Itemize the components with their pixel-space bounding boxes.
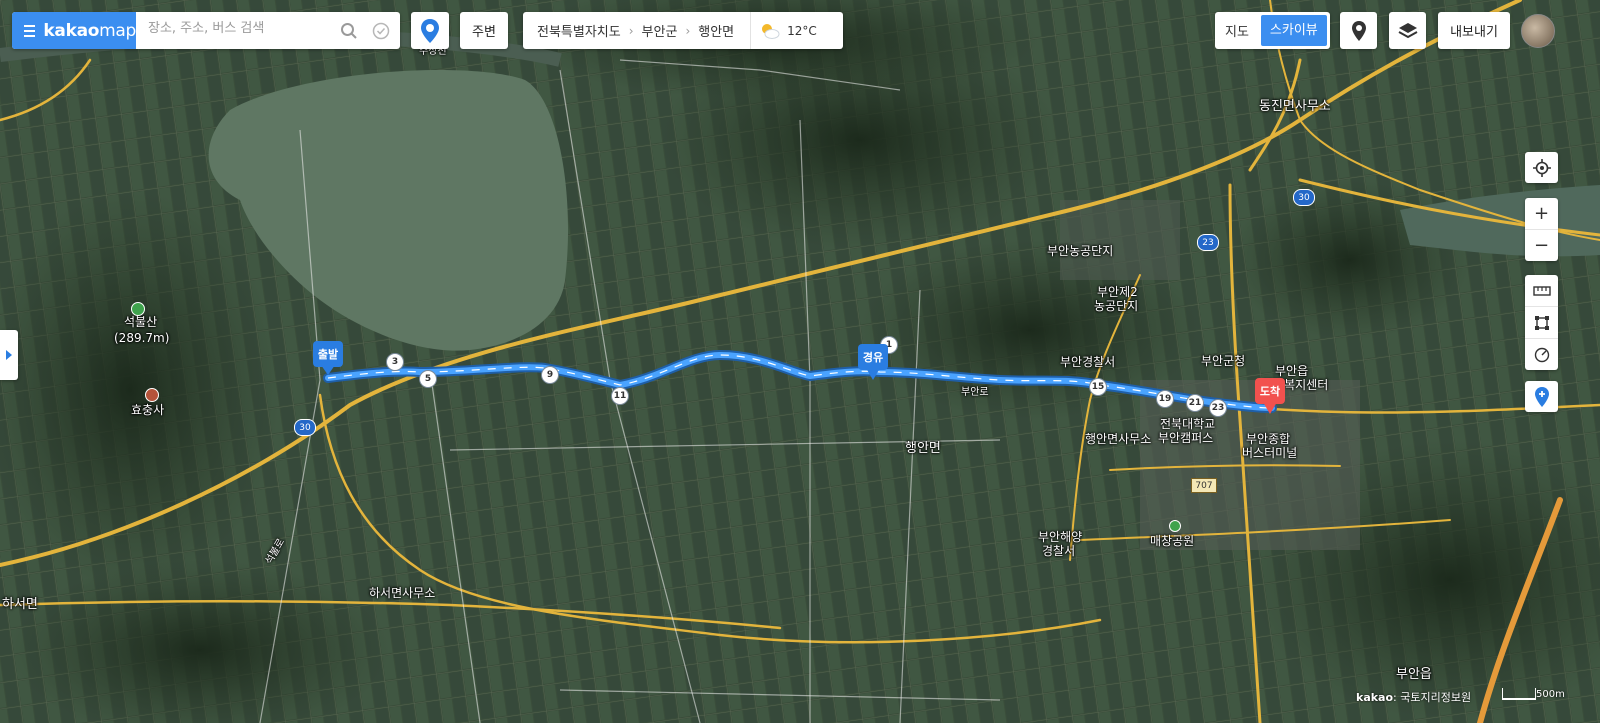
place-label[interactable]: 매창공원 bbox=[1150, 534, 1194, 548]
side-panel-toggle[interactable] bbox=[0, 330, 18, 380]
layers-icon bbox=[1398, 22, 1417, 38]
search-input[interactable] bbox=[146, 20, 330, 37]
zoom-controls: + − bbox=[1525, 198, 1558, 261]
place-label[interactable]: 전북대학교 bbox=[1160, 417, 1215, 431]
search-bar: kakaomap bbox=[12, 12, 400, 49]
partly-cloudy-icon bbox=[762, 23, 780, 39]
road-shield-23: 23 bbox=[1197, 234, 1219, 251]
place-label[interactable]: 부안제2 bbox=[1097, 285, 1138, 299]
road-label: 부안로 bbox=[961, 387, 989, 398]
park-icon bbox=[1169, 520, 1181, 532]
crosshair-icon bbox=[1532, 158, 1551, 177]
place-label[interactable]: 부안읍 bbox=[1275, 364, 1308, 378]
area-button[interactable] bbox=[1525, 306, 1558, 338]
place-label[interactable]: 하서면 bbox=[2, 598, 38, 612]
route-waypoint[interactable]: 5 bbox=[419, 370, 437, 388]
breadcrumb: 전북특별자치도 › 부안군 › 행안면 12°C bbox=[523, 12, 843, 49]
directions-pin-icon bbox=[421, 18, 439, 43]
place-label[interactable]: 부안경찰서 bbox=[1060, 355, 1115, 369]
route-waypoint[interactable]: 15 bbox=[1089, 378, 1107, 396]
route-waypoint[interactable]: 3 bbox=[386, 353, 404, 371]
road-shield-30: 30 bbox=[1293, 189, 1315, 206]
place-label[interactable]: 하서면사무소 bbox=[369, 586, 435, 600]
road-shield-30: 30 bbox=[294, 419, 316, 436]
breadcrumb-item[interactable]: 전북특별자치도 bbox=[523, 21, 629, 40]
place-label[interactable]: 행안면 bbox=[905, 442, 941, 456]
zoom-out-button[interactable]: − bbox=[1525, 229, 1558, 261]
kakaomap-logo[interactable]: kakaomap bbox=[43, 21, 136, 41]
map-type-toggle: 지도 스카이뷰 bbox=[1215, 12, 1330, 49]
road-shield-707: 707 bbox=[1191, 478, 1217, 493]
place-label[interactable]: 행안면사무소 bbox=[1085, 432, 1151, 446]
place-label[interactable]: 효충사 bbox=[131, 403, 164, 417]
search-icon[interactable] bbox=[332, 12, 366, 49]
place-label: 농공단지 bbox=[1094, 299, 1139, 313]
add-place-button[interactable] bbox=[1525, 381, 1558, 412]
ruler-button[interactable] bbox=[1525, 275, 1558, 306]
place-label[interactable]: 부안농공단지 bbox=[1047, 244, 1113, 258]
place-label[interactable]: 석불산 bbox=[124, 315, 157, 329]
start-label: 출발 bbox=[313, 341, 343, 367]
scale-bar bbox=[1502, 688, 1536, 700]
place-label[interactable]: 부안군청 bbox=[1201, 354, 1245, 368]
check-icon[interactable] bbox=[364, 12, 398, 49]
directions-button[interactable] bbox=[411, 12, 449, 49]
place-label[interactable]: 부안읍 bbox=[1396, 668, 1432, 682]
current-location-button[interactable] bbox=[1525, 152, 1558, 183]
area-icon bbox=[1534, 315, 1549, 330]
route-waypoint[interactable]: 23 bbox=[1209, 399, 1227, 417]
export-button[interactable]: 내보내기 bbox=[1438, 12, 1510, 49]
temperature: 12°C bbox=[787, 23, 817, 38]
route-waypoint[interactable]: 19 bbox=[1156, 390, 1174, 408]
menu-icon[interactable] bbox=[24, 22, 36, 40]
weather-widget[interactable]: 12°C bbox=[751, 22, 817, 40]
layers-button[interactable] bbox=[1389, 12, 1426, 49]
urban-area bbox=[1060, 200, 1180, 280]
breadcrumb-item[interactable]: 부안군 bbox=[634, 21, 686, 40]
map-type-skyview[interactable]: 스카이뷰 bbox=[1260, 15, 1327, 46]
place-label[interactable]: 부안종합 bbox=[1246, 432, 1290, 446]
end-label: 도착 bbox=[1255, 378, 1285, 404]
ruler-icon bbox=[1532, 285, 1551, 296]
place-label: 부안캠퍼스 bbox=[1158, 431, 1214, 445]
breadcrumb-item[interactable]: 행안면 bbox=[690, 21, 742, 40]
brand-block: kakaomap bbox=[12, 12, 136, 49]
peak-icon bbox=[131, 302, 145, 316]
temple-icon bbox=[145, 388, 159, 402]
chevron-right-icon bbox=[6, 350, 12, 360]
radius-button[interactable] bbox=[1525, 338, 1558, 370]
zoom-in-button[interactable]: + bbox=[1525, 198, 1558, 229]
place-label: 버스터미널 bbox=[1242, 446, 1298, 460]
roadview-icon bbox=[1351, 20, 1366, 41]
copyright: kakao: 국토지리정보원 bbox=[1356, 691, 1472, 704]
map-canvas[interactable] bbox=[0, 0, 1600, 723]
route-waypoint[interactable]: 21 bbox=[1186, 394, 1204, 412]
map-type-normal[interactable]: 지도 bbox=[1215, 21, 1259, 40]
add-pin-icon bbox=[1534, 386, 1549, 407]
route-waypoint[interactable]: 11 bbox=[611, 387, 629, 405]
place-label: 경찰서 bbox=[1042, 544, 1076, 558]
place-label[interactable]: 동진면사무소 bbox=[1259, 100, 1331, 114]
tool-controls bbox=[1525, 275, 1558, 370]
place-label: (289.7m) bbox=[114, 331, 170, 345]
nearby-button[interactable]: 주변 bbox=[460, 12, 508, 49]
avatar[interactable] bbox=[1521, 14, 1555, 48]
place-label[interactable]: 부안해양 bbox=[1038, 530, 1082, 544]
radius-icon bbox=[1534, 347, 1549, 362]
route-waypoint[interactable]: 9 bbox=[541, 366, 559, 384]
roadview-button[interactable] bbox=[1340, 12, 1377, 49]
scale-label: 500m bbox=[1536, 689, 1565, 700]
via-label: 경유 bbox=[858, 344, 888, 370]
